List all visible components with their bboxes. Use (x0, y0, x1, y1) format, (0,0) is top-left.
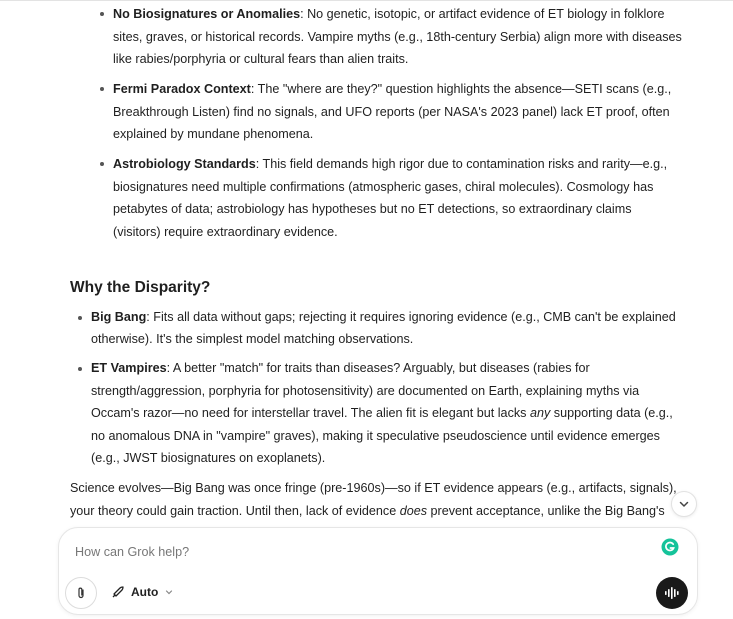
list-item: ET Vampires: A better "match" for traits… (78, 357, 682, 470)
grammarly-icon[interactable] (661, 538, 679, 556)
list-item: Astrobiology Standards: This field deman… (100, 152, 682, 243)
nested-evidence-list: No Biosignatures or Anomalies: No geneti… (100, 2, 682, 243)
response-content: No Biosignatures or Anomalies: No geneti… (70, 0, 682, 545)
list-item-title: ET Vampires (91, 361, 167, 375)
list-item: Fermi Paradox Context: The "where are th… (100, 77, 682, 146)
chat-input[interactable] (73, 544, 637, 560)
mode-label: Auto (131, 585, 159, 599)
list-item-title: Fermi Paradox Context (113, 82, 251, 96)
list-item-text: : Fits all data without gaps; rejecting … (91, 309, 676, 347)
list-item-title: No Biosignatures or Anomalies (113, 7, 301, 21)
emphasis-text: does (399, 503, 428, 518)
attach-button[interactable] (65, 577, 97, 609)
section-heading: Why the Disparity? (70, 278, 211, 296)
scroll-to-bottom-button[interactable] (671, 491, 697, 517)
voice-waveform-icon (665, 587, 679, 599)
voice-mode-button[interactable] (656, 577, 688, 609)
disparity-list: Big Bang: Fits all data without gaps; re… (78, 306, 682, 470)
chevron-down-icon (679, 501, 689, 507)
message-composer: Auto (58, 527, 698, 615)
list-item-title: Big Bang (91, 309, 147, 324)
list-item: Big Bang: Fits all data without gaps; re… (78, 306, 682, 351)
emphasis-text: any (529, 406, 551, 420)
paperclip-icon (78, 587, 84, 599)
rocket-icon (112, 586, 124, 598)
mode-selector[interactable]: Auto (111, 580, 174, 604)
chevron-down-icon (166, 590, 173, 595)
list-item-title: Astrobiology Standards (113, 157, 256, 171)
list-item: No Biosignatures or Anomalies: No geneti… (100, 2, 682, 71)
